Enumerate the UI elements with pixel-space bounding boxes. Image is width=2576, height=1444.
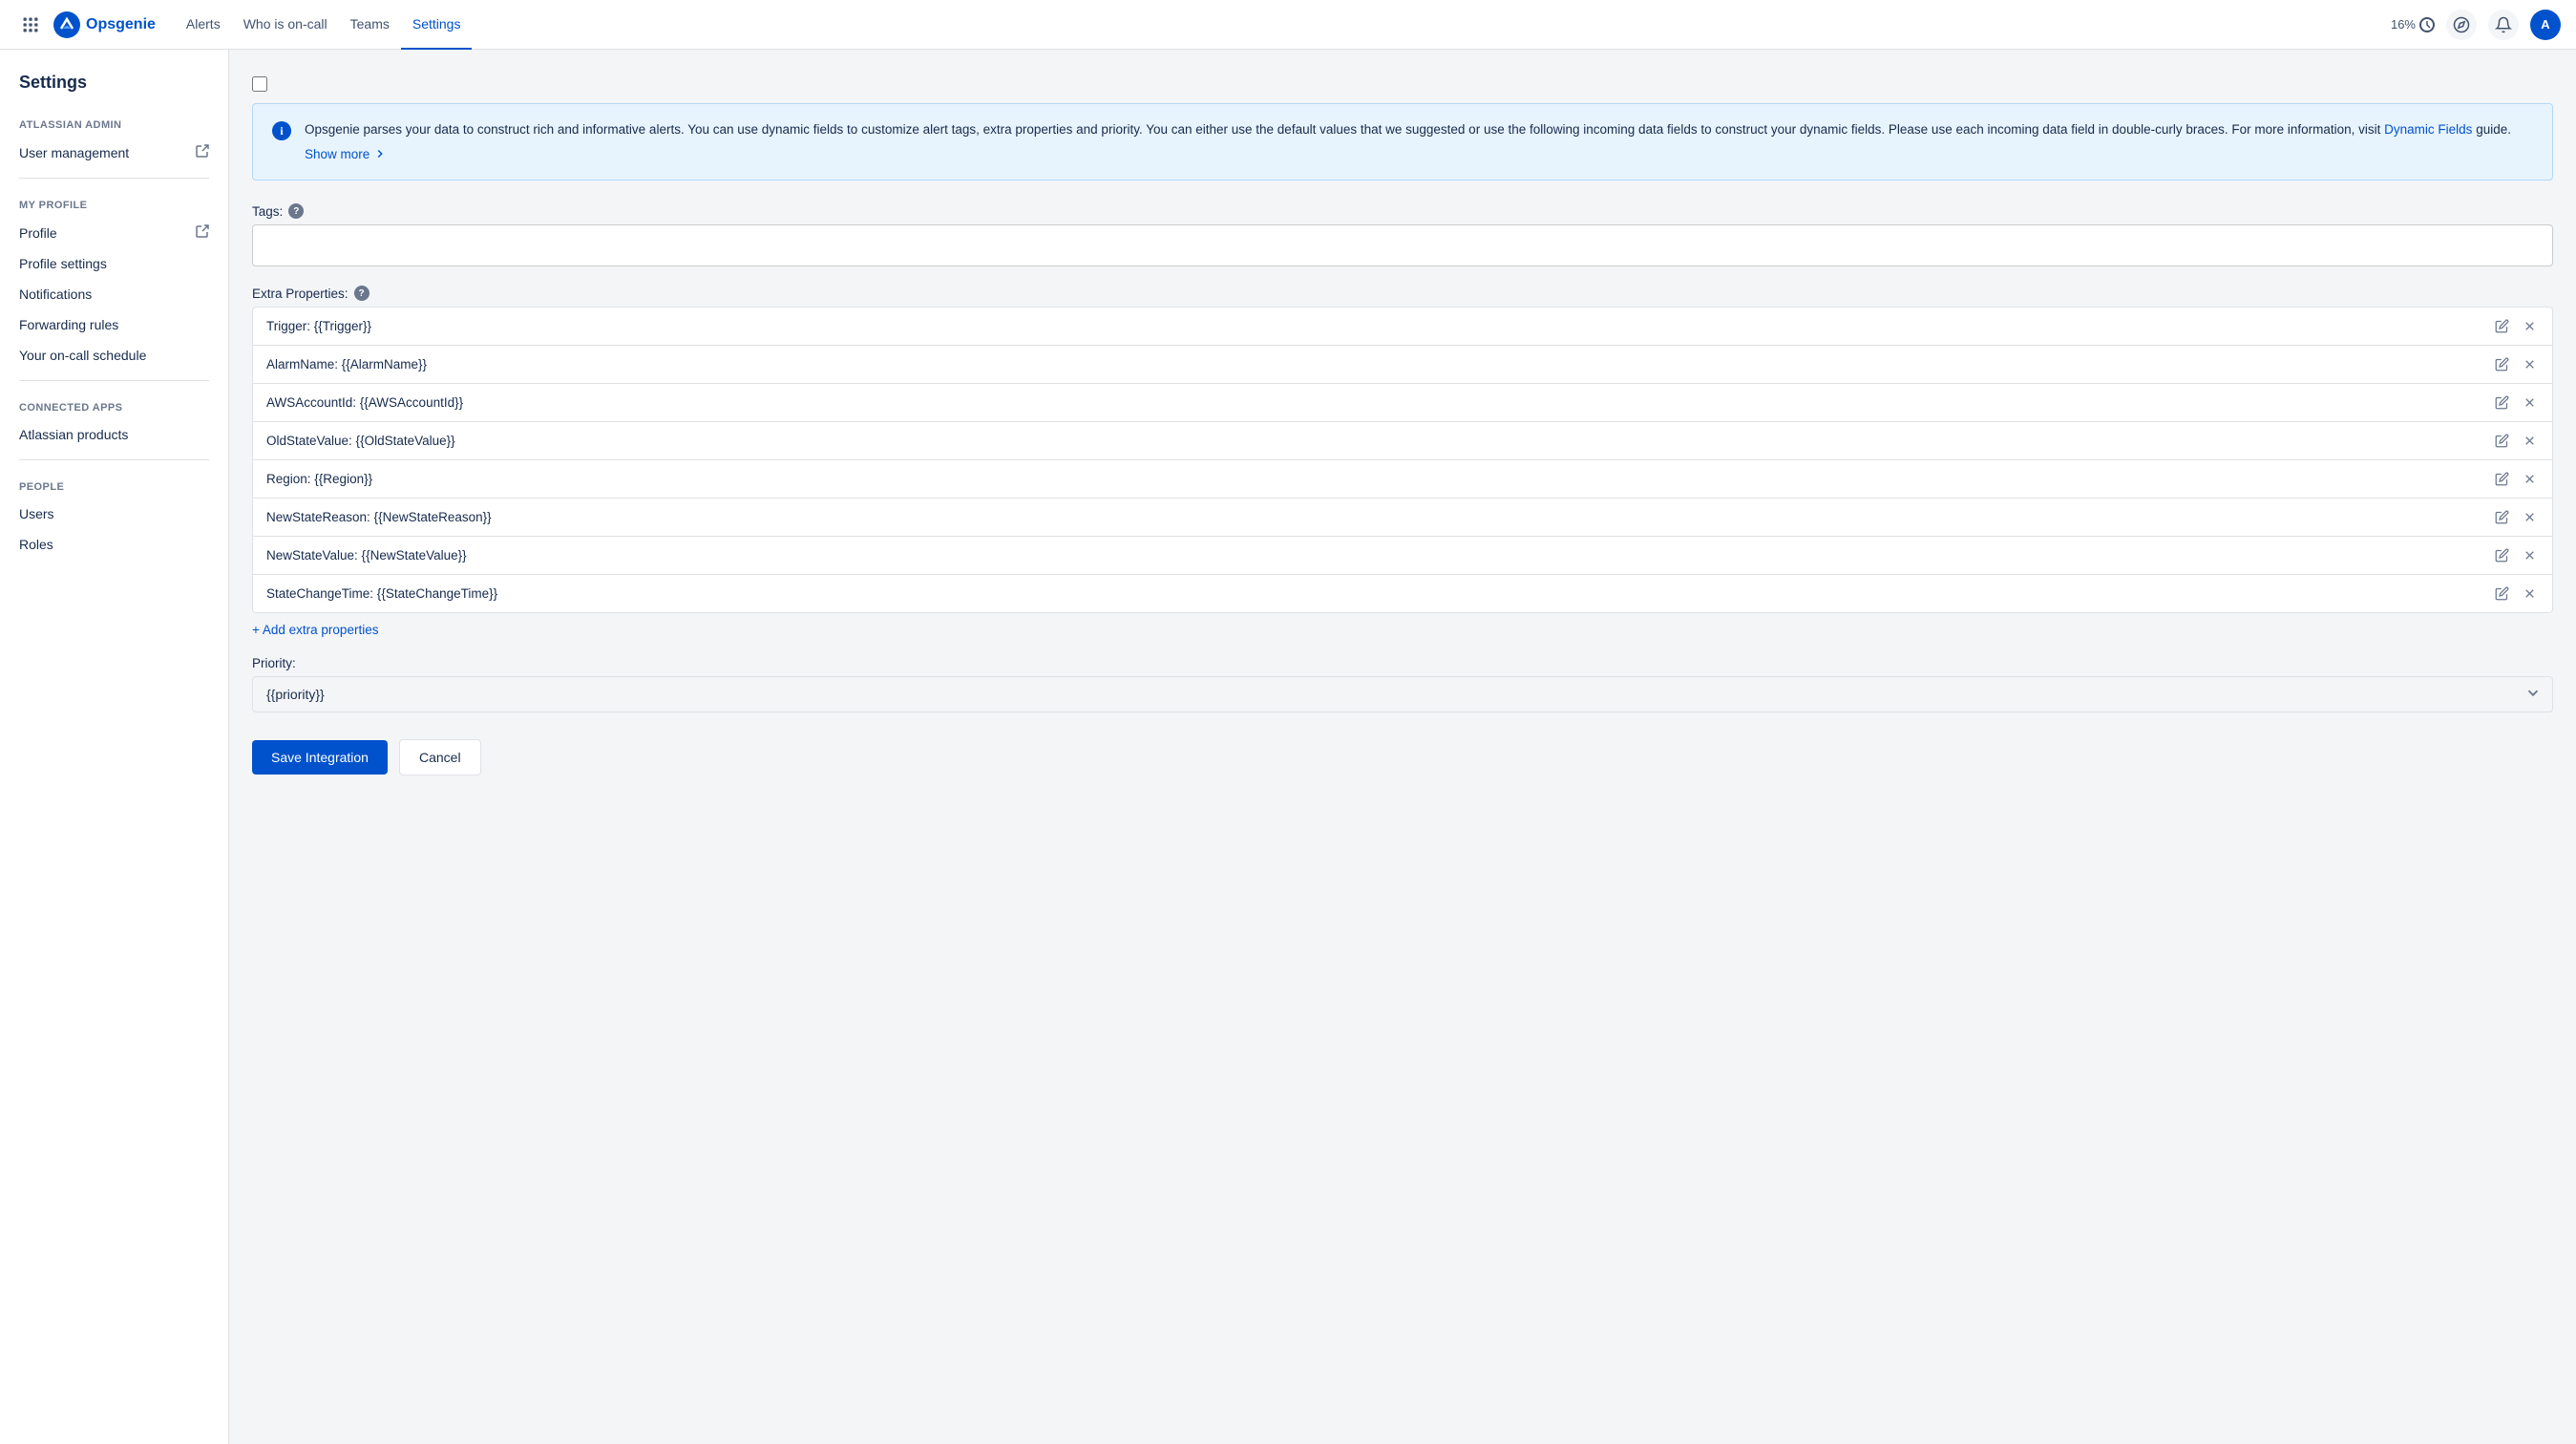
extra-prop-value: Region: {{Region}} [266,472,372,486]
show-more-btn[interactable]: Show more [305,144,387,165]
app-logo[interactable]: Opsgenie [53,11,156,38]
nav-settings[interactable]: Settings [401,0,473,50]
info-text: Opsgenie parses your data to construct r… [305,119,2511,164]
info-icon: i [272,121,291,164]
external-link-icon [196,144,209,160]
topnav-right: 16% A [2391,10,2561,40]
sidebar-section-my-profile: MY PROFILE [0,188,228,217]
priority-section: Priority: {{priority}} [252,656,2553,712]
priority-select[interactable]: {{priority}} [252,676,2553,712]
edit-extra-prop-btn[interactable] [2493,584,2511,603]
sidebar-item-on-call-schedule[interactable]: Your on-call schedule [0,340,228,371]
tags-help-icon[interactable]: ? [288,203,304,219]
tags-section: Tags: ? [252,203,2553,266]
user-avatar[interactable]: A [2530,10,2561,40]
extra-prop-value: AlarmName: {{AlarmName}} [266,357,427,372]
extra-prop-value: AWSAccountId: {{AWSAccountId}} [266,395,463,410]
topnav: Opsgenie Alerts Who is on-call Teams Set… [0,0,2576,50]
select-checkbox[interactable] [252,76,267,92]
extra-prop-value: Trigger: {{Trigger}} [266,319,371,333]
main-content: i Opsgenie parses your data to construct… [229,50,2576,1444]
info-box: i Opsgenie parses your data to construct… [252,103,2553,180]
add-extra-properties-btn[interactable]: + Add extra properties [252,623,378,637]
extra-properties-label: Extra Properties: ? [252,286,2553,301]
sidebar-divider-2 [19,380,209,381]
extra-prop-value: StateChangeTime: {{StateChangeTime}} [266,586,497,601]
nav-alerts[interactable]: Alerts [175,0,232,50]
actions-bar: Save Integration Cancel [252,739,2553,775]
delete-extra-prop-btn[interactable] [2521,355,2539,373]
delete-extra-prop-btn[interactable] [2521,432,2539,450]
sidebar-section-people: PEOPLE [0,470,228,499]
extra-prop-row: AWSAccountId: {{AWSAccountId}} [252,384,2553,422]
sidebar-item-user-management[interactable]: User management [0,137,228,168]
extra-prop-actions [2493,508,2539,526]
sidebar-item-roles[interactable]: Roles [0,529,228,560]
extra-prop-row: NewStateValue: {{NewStateValue}} [252,537,2553,575]
extra-properties-help-icon[interactable]: ? [354,286,370,301]
priority-label: Priority: [252,656,2553,670]
layout: Settings ATLASSIAN ADMIN User management… [0,50,2576,1444]
tags-label: Tags: ? [252,203,2553,219]
extra-properties-section: Extra Properties: ? Trigger: {{Trigger}} [252,286,2553,637]
extra-prop-value: NewStateValue: {{NewStateValue}} [266,548,467,563]
extra-prop-actions [2493,432,2539,450]
delete-extra-prop-btn[interactable] [2521,317,2539,335]
extra-prop-row: StateChangeTime: {{StateChangeTime}} [252,575,2553,613]
sidebar-item-atlassian-products[interactable]: Atlassian products [0,419,228,450]
edit-extra-prop-btn[interactable] [2493,546,2511,564]
edit-extra-prop-btn[interactable] [2493,432,2511,450]
grid-menu-icon[interactable] [15,10,46,40]
nav-teams[interactable]: Teams [339,0,401,50]
sidebar-divider-3 [19,459,209,460]
extra-prop-actions [2493,584,2539,603]
usage-percent[interactable]: 16% [2391,17,2435,32]
sidebar-item-forwarding-rules[interactable]: Forwarding rules [0,309,228,340]
sidebar-section-atlassian-admin: ATLASSIAN ADMIN [0,108,228,137]
sidebar: Settings ATLASSIAN ADMIN User management… [0,50,229,1444]
extra-prop-row: NewStateReason: {{NewStateReason}} [252,499,2553,537]
extra-prop-actions [2493,317,2539,335]
tags-input[interactable] [252,224,2553,266]
topnav-links: Alerts Who is on-call Teams Settings [175,0,473,50]
priority-select-wrap: {{priority}} [252,676,2553,712]
edit-extra-prop-btn[interactable] [2493,317,2511,335]
extra-properties-list: Trigger: {{Trigger}} AlarmName: {{AlarmN… [252,307,2553,613]
delete-extra-prop-btn[interactable] [2521,584,2539,603]
edit-extra-prop-btn[interactable] [2493,393,2511,412]
external-link-icon-profile [196,224,209,241]
compass-icon-btn[interactable] [2446,10,2477,40]
extra-prop-row: AlarmName: {{AlarmName}} [252,346,2553,384]
delete-extra-prop-btn[interactable] [2521,508,2539,526]
extra-prop-row: Trigger: {{Trigger}} [252,307,2553,346]
extra-prop-actions [2493,393,2539,412]
delete-extra-prop-btn[interactable] [2521,393,2539,412]
sidebar-section-connected-apps: CONNECTED APPS [0,391,228,419]
edit-extra-prop-btn[interactable] [2493,508,2511,526]
sidebar-item-profile-settings[interactable]: Profile settings [0,248,228,279]
extra-prop-row: OldStateValue: {{OldStateValue}} [252,422,2553,460]
app-name: Opsgenie [86,16,156,33]
sidebar-item-users[interactable]: Users [0,499,228,529]
extra-prop-row: Region: {{Region}} [252,460,2553,499]
edit-extra-prop-btn[interactable] [2493,355,2511,373]
delete-extra-prop-btn[interactable] [2521,546,2539,564]
extra-prop-actions [2493,355,2539,373]
edit-extra-prop-btn[interactable] [2493,470,2511,488]
extra-prop-actions [2493,470,2539,488]
sidebar-item-notifications[interactable]: Notifications [0,279,228,309]
extra-prop-value: NewStateReason: {{NewStateReason}} [266,510,492,524]
extra-prop-value: OldStateValue: {{OldStateValue}} [266,434,455,448]
sidebar-title: Settings [0,65,228,108]
notifications-icon-btn[interactable] [2488,10,2519,40]
nav-who-is-on-call[interactable]: Who is on-call [232,0,339,50]
checkbox-row [252,69,2553,103]
extra-prop-actions [2493,546,2539,564]
dynamic-fields-link[interactable]: Dynamic Fields [2384,122,2472,137]
sidebar-divider-1 [19,178,209,179]
save-integration-btn[interactable]: Save Integration [252,740,388,775]
cancel-btn[interactable]: Cancel [399,739,481,775]
delete-extra-prop-btn[interactable] [2521,470,2539,488]
sidebar-item-profile[interactable]: Profile [0,217,228,248]
